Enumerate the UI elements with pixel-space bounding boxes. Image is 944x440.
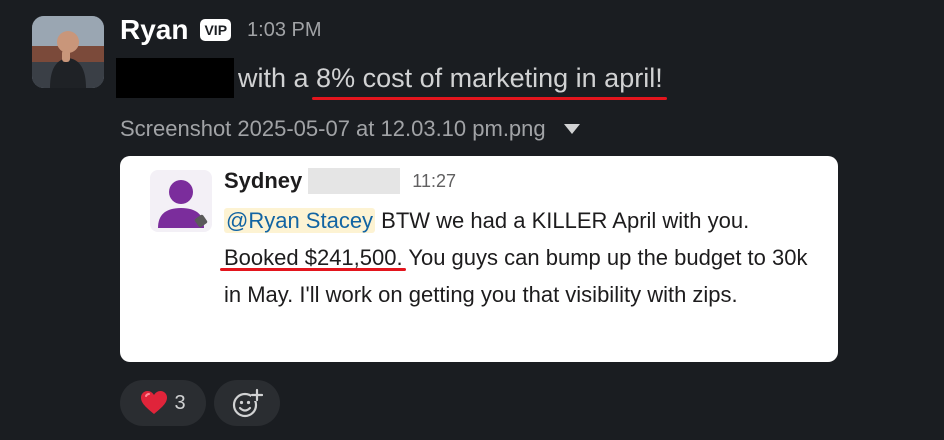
message-timestamp[interactable]: 1:03 PM [247, 19, 321, 42]
embedded-redaction-block [308, 168, 401, 194]
heart-icon [141, 391, 168, 414]
booked-amount-text: Booked $241,500. [224, 245, 403, 270]
redaction-block [116, 58, 234, 98]
message-text: with a 8% cost of marketing in april! [116, 58, 667, 100]
user-mention: @Ryan Stacey [224, 208, 376, 233]
add-reaction-icon [232, 388, 263, 418]
message-header: Ryan VIP 1:03 PM [120, 14, 322, 46]
attachment-header[interactable]: Screenshot 2025-05-07 at 12.03.10 pm.png [120, 116, 580, 142]
attachment-filename[interactable]: Screenshot 2025-05-07 at 12.03.10 pm.png [120, 116, 546, 142]
sender-name[interactable]: Ryan [120, 14, 188, 46]
heart-reaction[interactable]: 3 [120, 380, 206, 426]
add-reaction-button[interactable] [214, 380, 280, 426]
message-text-highlight: 8% cost of marketing in april! [312, 62, 667, 100]
embedded-text-1: BTW we had a KILLER April with you. [375, 208, 750, 233]
sender-avatar[interactable] [32, 16, 104, 88]
attachment-image[interactable]: Sydney 11:27 @Ryan Stacey BTW we had a K… [120, 156, 838, 362]
collapse-caret-icon[interactable] [563, 124, 580, 134]
embedded-timestamp: 11:27 [412, 170, 456, 191]
user-silhouette-icon [158, 180, 208, 228]
message-text-prefix: with a [238, 62, 317, 93]
embedded-message-body: @Ryan Stacey BTW we had a KILLER April w… [224, 202, 824, 313]
avatar-photo [32, 16, 104, 88]
embedded-header: Sydney 11:27 [224, 168, 456, 194]
embedded-sender-name: Sydney [224, 168, 303, 193]
vip-badge: VIP [200, 19, 232, 41]
reaction-count: 3 [174, 391, 186, 414]
embedded-avatar [150, 170, 212, 232]
